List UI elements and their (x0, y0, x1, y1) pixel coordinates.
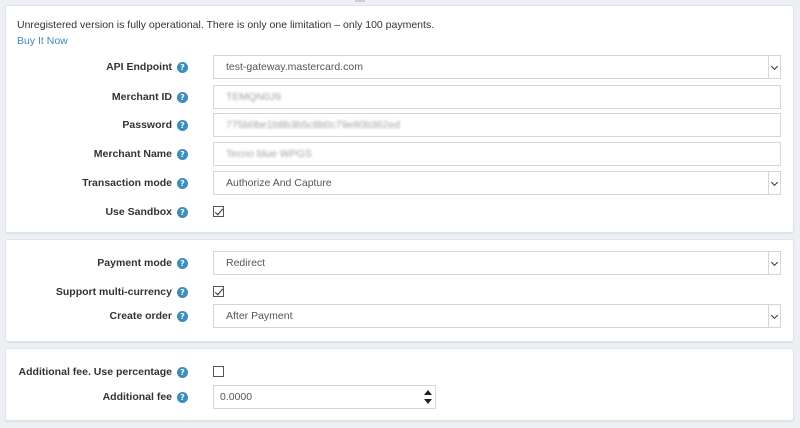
merchant-name-input[interactable]: Tecno blue WPGS (213, 142, 781, 166)
api-endpoint-value: test-gateway.mastercard.com (226, 61, 363, 73)
payment-settings-panel: Payment mode ? Redirect Support multi-cu… (5, 239, 794, 342)
additional-fee-input[interactable]: 0.0000 (213, 385, 436, 409)
use-percentage-row: Additional fee. Use percentage ? (6, 360, 793, 384)
question-circle-icon[interactable]: ? (177, 91, 188, 103)
transaction-mode-value: Authorize And Capture (226, 177, 332, 189)
merchant-id-label: Merchant ID ? (112, 85, 188, 109)
additional-fee-row: Additional fee ? 0.0000 (6, 385, 793, 409)
transaction-mode-row: Transaction mode ? Authorize And Capture (6, 171, 793, 195)
unregistered-notice: Unregistered version is fully operationa… (17, 19, 435, 31)
api-endpoint-label: API Endpoint ? (106, 55, 188, 79)
password-row: Password ? 775b0be1b8b3b5c8b0c79e80b362e… (6, 113, 793, 137)
increment-arrow-icon[interactable] (424, 390, 432, 395)
chevron-down-icon[interactable] (768, 305, 780, 327)
merchant-id-value: TEMQN0J9 (226, 91, 281, 103)
api-endpoint-row: API Endpoint ? test-gateway.mastercard.c… (6, 55, 793, 79)
question-circle-icon[interactable]: ? (177, 257, 188, 269)
password-value: 775b0be1b8b3b5c8b0c79e80b362ed (226, 119, 401, 131)
transaction-mode-select[interactable]: Authorize And Capture (213, 171, 781, 195)
payment-mode-value: Redirect (226, 257, 266, 269)
create-order-value: After Payment (226, 310, 293, 322)
merchant-name-value: Tecno blue WPGS (226, 148, 312, 160)
payment-mode-select[interactable]: Redirect (213, 251, 781, 275)
merchant-name-label: Merchant Name ? (94, 142, 188, 166)
create-order-row: Create order ? After Payment (6, 304, 793, 328)
password-input[interactable]: 775b0be1b8b3b5c8b0c79e80b362ed (213, 113, 781, 137)
question-circle-icon[interactable]: ? (177, 310, 188, 322)
merchant-name-row: Merchant Name ? Tecno blue WPGS (6, 142, 793, 166)
api-endpoint-select[interactable]: test-gateway.mastercard.com (213, 55, 781, 79)
decrement-arrow-icon[interactable] (424, 399, 432, 404)
multi-currency-checkbox[interactable] (213, 286, 224, 297)
question-circle-icon[interactable]: ? (177, 61, 188, 73)
buy-it-now-link[interactable]: Buy It Now (17, 35, 68, 47)
fee-settings-panel: Additional fee. Use percentage ? Additio… (5, 348, 794, 421)
chevron-down-icon[interactable] (768, 252, 780, 274)
question-circle-icon[interactable]: ? (177, 286, 188, 298)
question-circle-icon[interactable]: ? (177, 206, 188, 218)
payment-mode-row: Payment mode ? Redirect (6, 251, 793, 275)
up-down-arrows-icon[interactable] (424, 388, 432, 406)
multi-currency-row: Support multi-currency ? (6, 280, 793, 304)
question-circle-icon[interactable]: ? (177, 366, 188, 378)
create-order-label: Create order ? (110, 304, 188, 328)
scroll-indicator (355, 0, 365, 2)
use-sandbox-label: Use Sandbox ? (105, 200, 188, 224)
password-label: Password ? (122, 113, 188, 137)
top-strip (0, 0, 800, 3)
create-order-select[interactable]: After Payment (213, 304, 781, 328)
transaction-mode-label: Transaction mode ? (82, 171, 188, 195)
multi-currency-label: Support multi-currency ? (56, 280, 188, 304)
use-percentage-label: Additional fee. Use percentage ? (19, 360, 188, 384)
merchant-id-input[interactable]: TEMQN0J9 (213, 85, 781, 109)
use-sandbox-row: Use Sandbox ? (6, 200, 793, 224)
use-percentage-checkbox[interactable] (213, 366, 224, 377)
additional-fee-label: Additional fee ? (103, 385, 188, 409)
question-circle-icon[interactable]: ? (177, 148, 188, 160)
use-sandbox-checkbox[interactable] (213, 206, 224, 217)
question-circle-icon[interactable]: ? (177, 391, 188, 403)
additional-fee-value: 0.0000 (220, 391, 253, 403)
question-circle-icon[interactable]: ? (177, 177, 188, 189)
merchant-id-row: Merchant ID ? TEMQN0J9 (6, 85, 793, 109)
connection-settings-panel: Unregistered version is fully operationa… (5, 5, 794, 233)
payment-mode-label: Payment mode ? (97, 251, 188, 275)
chevron-down-icon[interactable] (768, 56, 780, 78)
question-circle-icon[interactable]: ? (177, 119, 188, 131)
chevron-down-icon[interactable] (768, 172, 780, 194)
